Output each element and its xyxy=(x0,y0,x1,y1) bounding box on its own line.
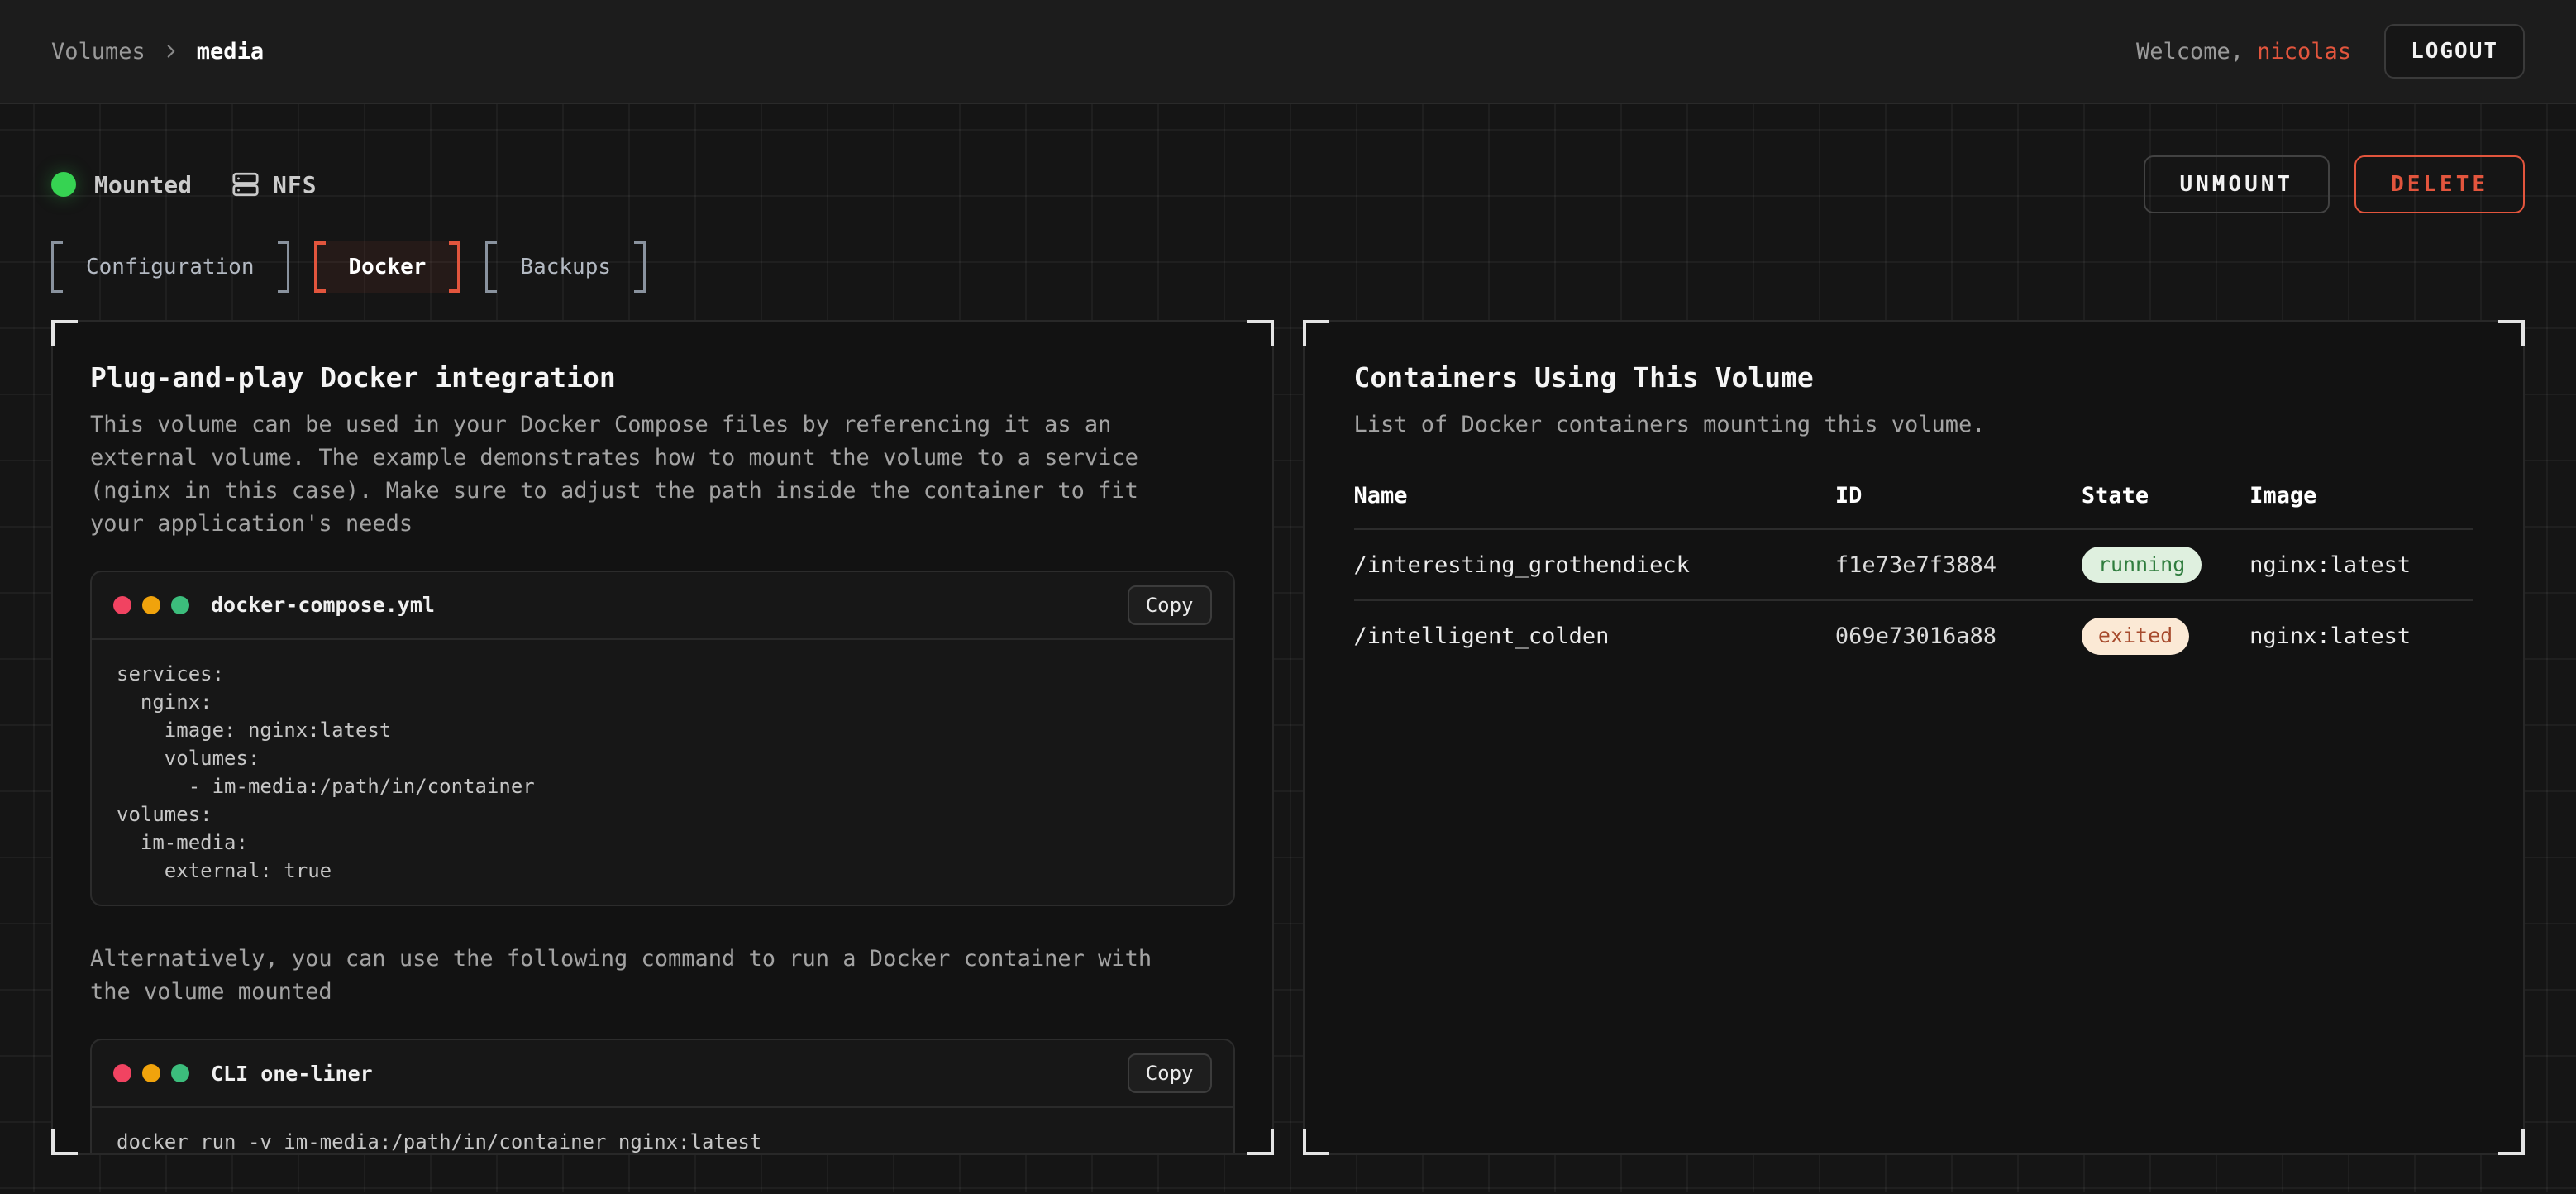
column-header-id: ID xyxy=(1835,483,2082,509)
docker-integration-panel: Plug-and-play Docker integration This vo… xyxy=(51,320,1274,1155)
tab-bracket-right xyxy=(278,241,289,293)
status-badge: running xyxy=(2082,547,2202,584)
username: nicolas xyxy=(2257,39,2351,64)
chevron-right-icon xyxy=(160,41,182,62)
code-block-header: docker-compose.yml Copy xyxy=(92,572,1233,640)
compose-code: services: nginx: image: nginx:latest vol… xyxy=(92,640,1233,905)
panel-description: This volume can be used in your Docker C… xyxy=(90,408,1185,541)
container-name: /intelligent_colden xyxy=(1354,623,1835,649)
panel-corner xyxy=(2498,320,2525,346)
server-icon xyxy=(231,170,260,198)
tab-label: Backups xyxy=(497,241,634,293)
column-header-name: Name xyxy=(1354,483,1835,509)
green-dot-icon xyxy=(171,596,189,614)
cli-code: docker run -v im-media:/path/in/containe… xyxy=(92,1108,1233,1153)
containers-table: Name ID State Image /interesting_grothen… xyxy=(1354,483,2474,671)
red-dot-icon xyxy=(113,1064,131,1082)
copy-cli-button[interactable]: Copy xyxy=(1128,1053,1212,1093)
welcome-prefix: Welcome, xyxy=(2136,39,2244,64)
yellow-dot-icon xyxy=(142,1064,160,1082)
tab-bracket-left xyxy=(485,241,497,293)
breadcrumb-current-page: media xyxy=(197,39,264,64)
driver-label: NFS xyxy=(273,171,317,198)
code-block-filename: docker-compose.yml xyxy=(211,593,435,617)
tab-bar: Configuration Docker Backups xyxy=(51,241,2525,293)
panel-subtitle: List of Docker containers mounting this … xyxy=(1354,408,2450,442)
cli-alternative-text: Alternatively, you can use the following… xyxy=(90,943,1185,1009)
mounted-status-dot xyxy=(51,172,76,197)
status-row: Mounted NFS UNMOUNT DELETE xyxy=(51,104,2525,213)
panel-title: Containers Using This Volume xyxy=(1354,361,2474,394)
delete-button[interactable]: DELETE xyxy=(2354,155,2525,213)
containers-panel: Containers Using This Volume List of Doc… xyxy=(1303,320,2526,1155)
panel-title: Plug-and-play Docker integration xyxy=(90,361,1235,394)
logout-button[interactable]: LOGOUT xyxy=(2384,24,2525,79)
main-content: Mounted NFS UNMOUNT DELETE Configuration… xyxy=(0,104,2576,1192)
panel-corner xyxy=(1303,320,1329,346)
tab-bracket-left xyxy=(314,241,326,293)
tab-bracket-left xyxy=(51,241,63,293)
tab-label: Configuration xyxy=(63,241,278,293)
tab-docker[interactable]: Docker xyxy=(314,241,461,293)
compose-code-block: docker-compose.yml Copy services: nginx:… xyxy=(90,571,1235,907)
mounted-status-label: Mounted xyxy=(94,171,192,198)
container-state-cell: running xyxy=(2082,547,2249,584)
table-row: /intelligent_colden 069e73016a88 exited … xyxy=(1354,599,2474,671)
column-header-state: State xyxy=(2082,483,2249,509)
code-block-header: CLI one-liner Copy xyxy=(92,1040,1233,1108)
panel-corner xyxy=(51,1129,78,1155)
panel-corner xyxy=(1247,1129,1274,1155)
column-header-image: Image xyxy=(2249,483,2473,509)
welcome-text: Welcome, nicolas xyxy=(2136,39,2351,64)
tab-label: Docker xyxy=(326,241,450,293)
panel-corner xyxy=(1247,320,1274,346)
container-name: /interesting_grothendieck xyxy=(1354,552,1835,578)
breadcrumb-volumes-link[interactable]: Volumes xyxy=(51,39,145,64)
container-image: nginx:latest xyxy=(2249,623,2473,649)
panel-corner xyxy=(51,320,78,346)
table-row: /interesting_grothendieck f1e73e7f3884 r… xyxy=(1354,528,2474,600)
topbar: Volumes media Welcome, nicolas LOGOUT xyxy=(0,0,2576,104)
volume-driver: NFS xyxy=(231,170,317,198)
cli-code-block: CLI one-liner Copy docker run -v im-medi… xyxy=(90,1039,1235,1153)
yellow-dot-icon xyxy=(142,596,160,614)
container-id: f1e73e7f3884 xyxy=(1835,552,2082,578)
tab-configuration[interactable]: Configuration xyxy=(51,241,289,293)
panel-corner xyxy=(2498,1129,2525,1155)
panels-row: Plug-and-play Docker integration This vo… xyxy=(51,320,2525,1155)
panel-corner xyxy=(1303,1129,1329,1155)
container-id: 069e73016a88 xyxy=(1835,623,2082,649)
container-image: nginx:latest xyxy=(2249,552,2473,578)
container-state-cell: exited xyxy=(2082,618,2249,655)
traffic-light-dots xyxy=(113,596,189,614)
tab-bracket-right xyxy=(634,241,646,293)
topbar-right: Welcome, nicolas LOGOUT xyxy=(2136,24,2525,79)
traffic-light-dots xyxy=(113,1064,189,1082)
code-block-filename: CLI one-liner xyxy=(211,1062,373,1086)
status-badge: exited xyxy=(2082,618,2189,655)
unmount-button[interactable]: UNMOUNT xyxy=(2144,155,2330,213)
green-dot-icon xyxy=(171,1064,189,1082)
red-dot-icon xyxy=(113,596,131,614)
table-header-row: Name ID State Image xyxy=(1354,483,2474,528)
copy-compose-button[interactable]: Copy xyxy=(1128,585,1212,625)
tab-bracket-right xyxy=(449,241,460,293)
breadcrumb: Volumes media xyxy=(51,39,264,64)
tab-backups[interactable]: Backups xyxy=(485,241,646,293)
